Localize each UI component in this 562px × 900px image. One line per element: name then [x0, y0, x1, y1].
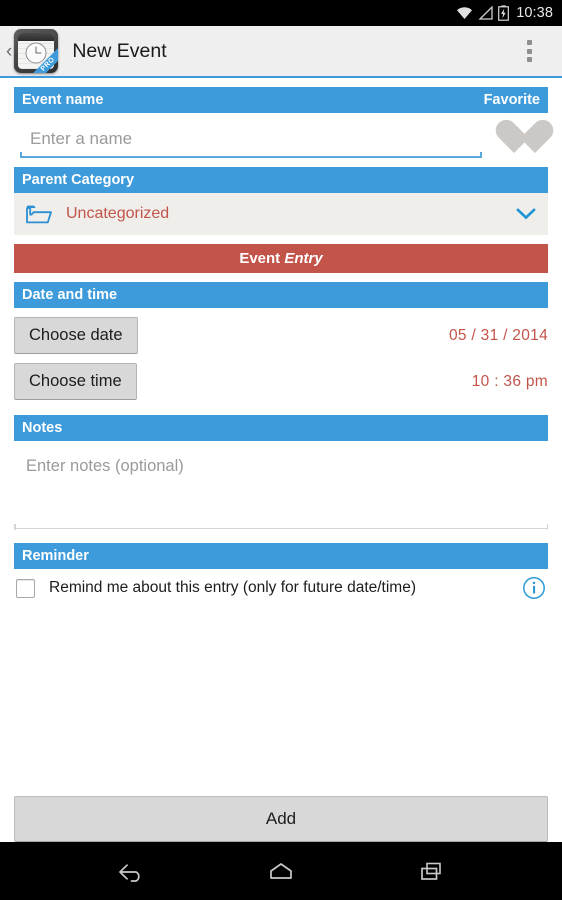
notepad-clock-app-icon[interactable]: PRO — [14, 29, 59, 73]
section-label-reminder: Reminder — [22, 548, 89, 564]
info-icon[interactable] — [522, 576, 546, 600]
reminder-checkbox[interactable] — [16, 578, 35, 598]
status-bar-icons — [456, 5, 510, 21]
folder-icon — [26, 205, 52, 224]
recents-icon — [421, 862, 441, 880]
app-icon-binder — [18, 33, 55, 41]
home-icon — [270, 863, 292, 879]
date-value[interactable]: 05 / 31 / 2014 — [449, 327, 548, 345]
section-header-date-time: Date and time — [14, 282, 548, 308]
favorite-label: Favorite — [483, 92, 540, 108]
entry-banner-text: Event Entry — [239, 250, 322, 267]
section-header-parent-category: Parent Category — [14, 167, 548, 193]
status-bar-clock: 10:38 — [516, 5, 553, 21]
date-row: Choose date 05 / 31 / 2014 — [0, 317, 562, 354]
app-screen: 10:38 ‹ PRO New Event Event name Favorit… — [0, 0, 562, 900]
section-label-notes: Notes — [22, 420, 63, 436]
reminder-row: Remind me about this entry (only for fut… — [0, 569, 562, 600]
battery-charging-icon — [498, 5, 510, 21]
choose-date-button[interactable]: Choose date — [14, 317, 138, 354]
section-header-event-name: Event name Favorite — [14, 87, 548, 113]
nav-recents-button[interactable] — [408, 851, 454, 891]
entry-banner-emphasis: Entry — [284, 250, 323, 267]
choose-time-button[interactable]: Choose time — [14, 363, 137, 400]
wifi-icon — [457, 7, 473, 19]
chevron-down-icon — [516, 208, 536, 220]
up-back-chevron[interactable]: ‹ — [0, 42, 14, 61]
page-title: New Event — [72, 39, 167, 62]
heart-icon — [495, 121, 535, 157]
android-nav-bar — [0, 842, 562, 900]
footer-actions: Add — [0, 796, 562, 842]
section-label-event-name: Event name — [22, 92, 104, 108]
reminder-label: Remind me about this entry (only for fut… — [49, 579, 416, 596]
nav-back-button[interactable] — [108, 851, 154, 891]
favorite-toggle[interactable] — [482, 113, 548, 157]
notes-input[interactable]: Enter notes (optional) — [14, 441, 548, 530]
overflow-menu-icon[interactable] — [519, 34, 540, 68]
entry-type-banner: Event Entry — [14, 244, 548, 273]
status-bar: 10:38 — [0, 0, 562, 26]
notes-box: Enter notes (optional) — [14, 441, 548, 530]
entry-banner-prefix: Event — [239, 250, 285, 267]
parent-category-value: Uncategorized — [66, 205, 170, 222]
form-content: Event name Favorite Enter a name Parent … — [0, 87, 562, 600]
parent-category-selector[interactable]: Uncategorized — [14, 193, 548, 235]
section-header-notes: Notes — [14, 415, 548, 441]
signal-icon — [478, 6, 493, 20]
section-header-reminder: Reminder — [14, 543, 548, 569]
nav-home-button[interactable] — [258, 851, 304, 891]
time-value[interactable]: 10 : 36 pm — [472, 373, 548, 391]
action-bar: ‹ PRO New Event — [0, 26, 562, 78]
add-button[interactable]: Add — [14, 796, 548, 842]
section-label-date-time: Date and time — [22, 287, 118, 303]
section-label-parent-category: Parent Category — [22, 172, 135, 188]
time-row: Choose time 10 : 36 pm — [0, 363, 562, 400]
event-name-row: Enter a name — [0, 113, 562, 158]
back-icon — [119, 864, 140, 882]
event-name-input[interactable]: Enter a name — [20, 125, 482, 158]
